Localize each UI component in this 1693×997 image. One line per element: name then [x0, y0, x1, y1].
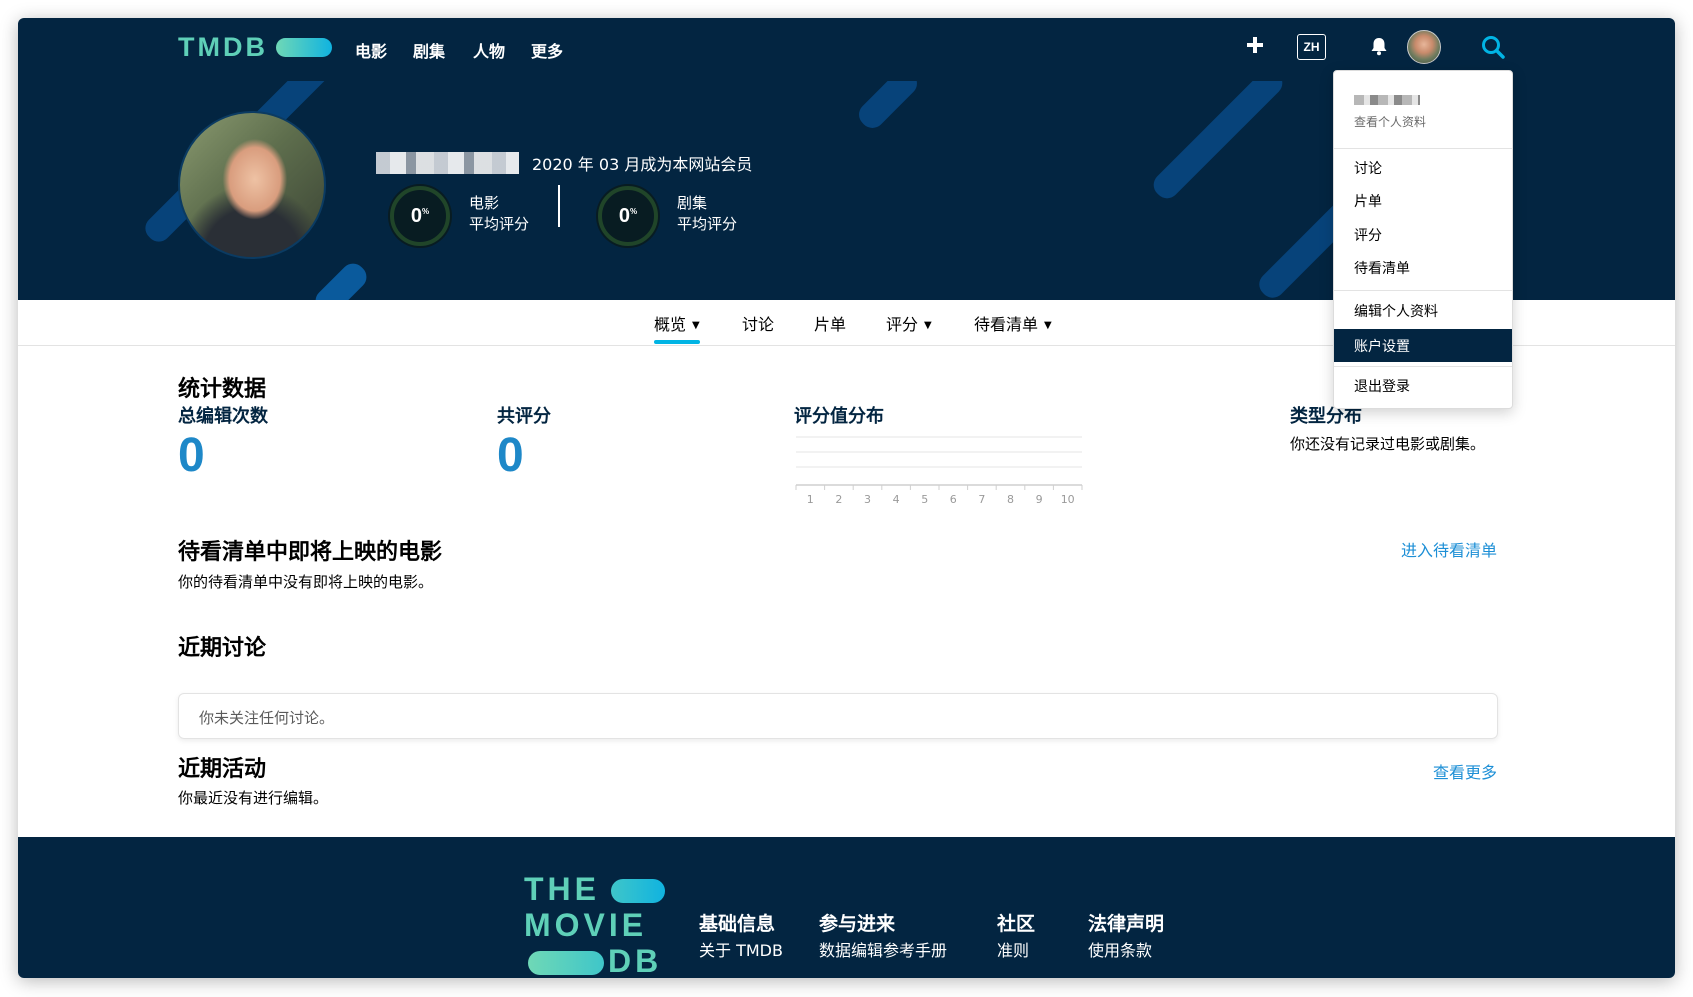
- tab-ratings-label: 评分: [886, 315, 919, 334]
- tab-watchlist-label: 待看清单: [974, 315, 1039, 334]
- tv-score-value: 0: [618, 204, 630, 227]
- menu-item-watchlist[interactable]: 待看清单: [1354, 258, 1410, 278]
- footer-logo-pill: [611, 879, 665, 903]
- menu-item-ratings[interactable]: 评分: [1354, 225, 1382, 245]
- percent-symbol: %: [422, 206, 430, 216]
- tmdb-logo[interactable]: TMDB: [178, 32, 268, 63]
- tab-overview[interactable]: 概览 ▼: [654, 311, 700, 335]
- footer-link-terms[interactable]: 使用条款: [1088, 937, 1152, 961]
- footer-link-about[interactable]: 关于 TMDB: [699, 937, 783, 961]
- recent-activity-title: 近期活动: [178, 757, 267, 782]
- member-since-text: 2020 年 03 月成为本网站会员: [532, 155, 753, 174]
- menu-item-logout[interactable]: 退出登录: [1354, 376, 1410, 396]
- footer-logo-line-3: DB: [608, 943, 663, 978]
- chart-tick-label: 8: [1007, 493, 1014, 506]
- decor-stripe: [854, 81, 922, 133]
- movie-score-value: 0: [410, 204, 422, 227]
- score-divider: [558, 185, 560, 227]
- footer-heading-legal: 法律声明: [1088, 913, 1165, 935]
- nav-item-movies[interactable]: 电影: [355, 38, 387, 62]
- chart-tick-label: 9: [1036, 493, 1043, 506]
- menu-item-edit-profile[interactable]: 编辑个人资料: [1354, 301, 1438, 321]
- chart-tick-label: 5: [921, 493, 928, 506]
- chart-tick-label: 2: [835, 493, 842, 506]
- footer-link-bible[interactable]: 数据编辑参考手册: [819, 937, 947, 961]
- footer-logo-line-2: MOVIE: [524, 907, 648, 943]
- caret-down-icon: ▼: [692, 320, 700, 331]
- tab-lists[interactable]: 片单: [814, 311, 846, 335]
- tab-overview-label: 概览: [654, 315, 687, 334]
- discussions-empty-text: 你未关注任何讨论。: [199, 709, 335, 727]
- nav-item-more[interactable]: 更多: [531, 38, 563, 62]
- footer-logo-line-1: THE: [524, 871, 600, 907]
- search-icon[interactable]: [1480, 34, 1506, 60]
- stats-title: 统计数据: [178, 377, 267, 402]
- movie-score-ring: 0%: [390, 186, 450, 246]
- chart-tick-label: 10: [1061, 493, 1075, 506]
- total-ratings-value: 0: [497, 429, 524, 482]
- genre-empty-text: 你还没有记录过电影或剧集。: [1290, 435, 1486, 453]
- watchlist-empty-text: 你的待看清单中没有即将上映的电影。: [178, 573, 434, 591]
- tv-score-label-2: 平均评分: [677, 215, 738, 233]
- nav-item-tv[interactable]: 剧集: [413, 38, 445, 62]
- movie-score-label-1: 电影: [469, 194, 500, 212]
- tv-score-ring: 0%: [598, 186, 658, 246]
- site-footer: THE MOVIE DB 基础信息 关于 TMDB 参与进来 数据编辑参考手册 …: [18, 837, 1675, 978]
- footer-logo-pill: [528, 951, 604, 975]
- tab-watchlist[interactable]: 待看清单 ▼: [974, 311, 1052, 335]
- menu-item-discussions[interactable]: 讨论: [1354, 158, 1382, 178]
- nav-item-people[interactable]: 人物: [473, 38, 505, 62]
- activity-empty-text: 你最近没有进行编辑。: [178, 789, 329, 807]
- view-profile-link[interactable]: 查看个人资料: [1354, 113, 1426, 130]
- plus-icon[interactable]: [1246, 36, 1264, 54]
- rating-dist-label: 评分值分布: [794, 406, 884, 427]
- menu-item-account-settings[interactable]: 账户设置: [1334, 329, 1512, 362]
- chart-tick-label: 1: [807, 493, 814, 506]
- tab-ratings[interactable]: 评分 ▼: [886, 311, 932, 335]
- menu-item-account-settings-label: 账户设置: [1354, 339, 1410, 355]
- caret-down-icon: ▼: [1044, 320, 1052, 331]
- watchlist-upcoming-title: 待看清单中即将上映的电影: [178, 540, 443, 565]
- footer-link-guidelines[interactable]: 准则: [997, 937, 1029, 961]
- user-dropdown-menu: 查看个人资料 讨论 片单 评分 待看清单 编辑个人资料 账户设置 退出登录: [1333, 70, 1513, 409]
- tmdb-logo-pill: [276, 38, 332, 57]
- chart-tick-label: 7: [978, 493, 985, 506]
- recent-discussions-title: 近期讨论: [178, 636, 267, 661]
- tab-discussions[interactable]: 讨论: [742, 311, 774, 335]
- active-tab-indicator: [654, 340, 700, 344]
- user-avatar-button[interactable]: [1407, 30, 1441, 64]
- footer-heading-basics: 基础信息: [699, 913, 776, 935]
- menu-divider: [1334, 366, 1512, 367]
- tv-score-label-1: 剧集: [677, 194, 708, 212]
- menu-divider: [1334, 290, 1512, 291]
- bell-icon[interactable]: [1369, 36, 1389, 56]
- menu-divider: [1334, 148, 1512, 149]
- footer-heading-get-involved: 参与进来: [819, 913, 896, 935]
- total-ratings-label: 共评分: [497, 406, 551, 427]
- caret-down-icon: ▼: [924, 320, 932, 331]
- language-button[interactable]: ZH: [1297, 34, 1326, 60]
- total-edits-label: 总编辑次数: [178, 406, 268, 427]
- chart-tick-label: 6: [950, 493, 957, 506]
- dropdown-username-redacted: [1354, 95, 1420, 105]
- browser-frame: TMDB 电影 剧集 人物 更多 ZH 2020 年 03 月成为本网站会员 0…: [18, 18, 1675, 978]
- chart-tick-label: 4: [893, 493, 900, 506]
- username-redacted: [376, 152, 519, 174]
- rating-distribution-chart: 1 2 3 4 5 6 7 8 9 10: [795, 436, 1083, 506]
- decor-stripe: [310, 258, 372, 300]
- chart-tick-label: 3: [864, 493, 871, 506]
- view-more-link[interactable]: 查看更多: [1433, 759, 1497, 783]
- go-to-watchlist-link[interactable]: 进入待看清单: [1401, 537, 1497, 561]
- discussions-empty-box: 你未关注任何讨论。: [178, 693, 1498, 739]
- profile-avatar: [178, 111, 326, 259]
- decor-stripe: [1148, 81, 1288, 204]
- movie-score-label-2: 平均评分: [469, 215, 530, 233]
- menu-item-lists[interactable]: 片单: [1354, 191, 1382, 211]
- footer-heading-community: 社区: [997, 913, 1036, 935]
- total-edits-value: 0: [178, 429, 205, 482]
- percent-symbol: %: [630, 206, 638, 216]
